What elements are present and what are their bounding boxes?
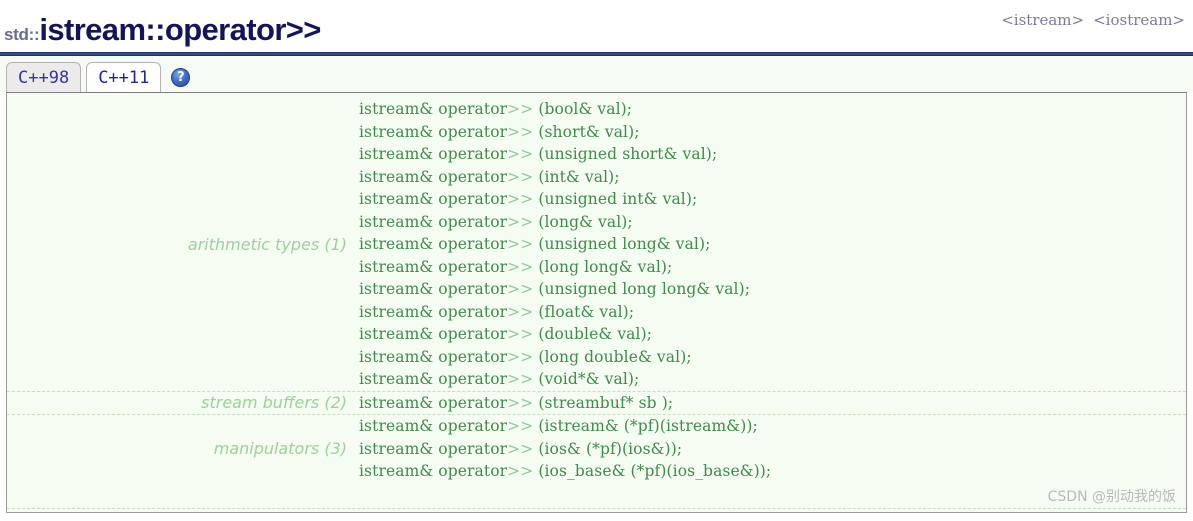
signature-line: istream& operator>> (double& val); xyxy=(359,323,1186,346)
signature-prefix: istream& operator xyxy=(359,145,508,163)
signature-operator: >> xyxy=(507,417,534,435)
signature-operator: >> xyxy=(507,302,534,321)
signature-group: arithmetic types (1) istream& operator>> … xyxy=(7,98,1186,391)
signature-operator: >> xyxy=(507,462,534,480)
signature-line: istream& operator>> (short& val); xyxy=(359,121,1186,144)
signature-operator: >> xyxy=(507,325,534,343)
tab-bar: C++98 C++11 xyxy=(0,56,1193,92)
signature-group: manipulators (3) istream& operator>> (ist… xyxy=(7,414,1186,483)
group-label: manipulators (3) xyxy=(213,439,347,459)
signature-operator: >> xyxy=(507,370,534,388)
group-label: arithmetic types (1) xyxy=(187,234,347,254)
signature-params: (short& val); xyxy=(533,122,640,141)
header-link-0[interactable]: <istream> xyxy=(1001,11,1084,29)
signature-prefix: istream& operator xyxy=(359,347,508,366)
tab-cpp98[interactable]: C++98 xyxy=(6,62,82,92)
signature-operator: >> xyxy=(507,347,534,366)
signature-params: (unsigned int& val); xyxy=(533,190,698,208)
header-link-1[interactable]: <iostream> xyxy=(1093,11,1185,29)
signature-params: (bool& val); xyxy=(533,100,633,118)
signature-prefix: istream& operator xyxy=(359,325,508,343)
signature-prefix: istream& operator xyxy=(359,212,508,231)
signature-params: (istream& (*pf)(istream&)); xyxy=(533,417,758,435)
signature-line: istream& operator>> (unsigned int& val); xyxy=(359,188,1186,211)
signature-prefix: istream& operator xyxy=(359,100,508,118)
signature-line: istream& operator>> (long& val); xyxy=(359,211,1186,234)
group-signatures: istream& operator>> (bool& val); istream&… xyxy=(359,98,1186,391)
signature-prefix: istream& operator xyxy=(359,417,508,435)
signature-line: istream& operator>> (void*& val); xyxy=(359,368,1186,391)
signature-prefix: istream& operator xyxy=(359,370,508,388)
signature-line: istream& operator>> (ios_base& (*pf)(ios… xyxy=(359,460,1186,483)
group-signatures: istream& operator>> (streambuf* sb ); xyxy=(359,392,1186,415)
signature-operator: >> xyxy=(507,190,534,208)
signature-prefix: istream& operator xyxy=(359,167,508,186)
tab-cpp11[interactable]: C++11 xyxy=(86,62,162,92)
signature-params: (long long& val); xyxy=(533,257,673,276)
signature-line: istream& operator>> (float& val); xyxy=(359,301,1186,324)
signature-line: istream& operator>> (unsigned long long&… xyxy=(359,278,1186,301)
signature-group: stream buffers (2) istream& operator>> (s… xyxy=(7,390,1186,415)
signature-prefix: istream& operator xyxy=(359,462,508,480)
signature-operator: >> xyxy=(507,212,534,231)
signature-operator: >> xyxy=(507,257,534,276)
group-label: stream buffers (2) xyxy=(201,393,347,413)
signature-line: istream& operator>> (long long& val); xyxy=(359,256,1186,279)
signature-params: (unsigned short& val); xyxy=(533,145,718,163)
header-includes: <istream> <iostream> xyxy=(1001,11,1185,29)
signature-params: (double& val); xyxy=(533,325,653,343)
signature-params: (ios_base& (*pf)(ios_base&)); xyxy=(533,462,772,480)
signature-params: (ios& (*pf)(ios&)); xyxy=(533,439,683,458)
signature-params: (long& val); xyxy=(533,212,633,231)
signature-operator: >> xyxy=(507,122,534,141)
signature-prefix: istream& operator xyxy=(359,439,508,458)
signature-operator: >> xyxy=(507,280,534,298)
signature-operator: >> xyxy=(507,100,534,118)
signature-prefix: istream& operator xyxy=(359,190,508,208)
signature-params: (void*& val); xyxy=(533,370,640,388)
signature-operator: >> xyxy=(507,167,534,186)
signature-params: (long double& val); xyxy=(533,347,692,366)
signature-prefix: istream& operator xyxy=(359,393,508,412)
page-header: std::istream::operator>> <istream> <iostr… xyxy=(0,0,1193,52)
watermark: CSDN @别动我的饭 xyxy=(1047,489,1176,505)
signature-line: istream& operator>> (unsigned long& val)… xyxy=(359,233,1186,256)
signature-prefix: istream& operator xyxy=(359,235,508,253)
signatures-panel: arithmetic types (1) istream& operator>> … xyxy=(6,92,1187,513)
signature-operator: >> xyxy=(507,439,534,458)
signature-operator: >> xyxy=(507,393,534,412)
signature-params: (unsigned long long& val); xyxy=(533,280,751,298)
signature-line: istream& operator>> (bool& val); xyxy=(359,98,1186,121)
signature-prefix: istream& operator xyxy=(359,122,508,141)
signature-operator: >> xyxy=(507,235,534,253)
signature-line: istream& operator>> (istream& (*pf)(istr… xyxy=(359,415,1186,438)
help-icon[interactable] xyxy=(171,68,191,87)
signature-params: (float& val); xyxy=(533,302,635,321)
signature-prefix: istream& operator xyxy=(359,280,508,298)
signatures-list: arithmetic types (1) istream& operator>> … xyxy=(7,93,1186,483)
signature-line: istream& operator>> (unsigned short& val… xyxy=(359,143,1186,166)
signature-params: (unsigned long& val); xyxy=(533,235,711,253)
signature-prefix: istream& operator xyxy=(359,257,508,276)
signature-params: (streambuf* sb ); xyxy=(533,393,674,412)
group-signatures: istream& operator>> (istream& (*pf)(istr… xyxy=(359,415,1186,483)
signature-line: istream& operator>> (ios& (*pf)(ios&)); xyxy=(359,438,1186,461)
namespace-prefix: std:: xyxy=(4,25,40,44)
bottom-divider xyxy=(7,508,1186,509)
signature-prefix: istream& operator xyxy=(359,302,508,321)
signature-params: (int& val); xyxy=(533,167,620,186)
title-text: istream::operator>> xyxy=(39,12,321,47)
signature-operator: >> xyxy=(507,145,534,163)
signature-line: istream& operator>> (int& val); xyxy=(359,166,1186,189)
signature-line: istream& operator>> (long double& val); xyxy=(359,346,1186,369)
signature-line: istream& operator>> (streambuf* sb ); xyxy=(359,392,1186,415)
page-title: std::istream::operator>> xyxy=(4,12,321,48)
